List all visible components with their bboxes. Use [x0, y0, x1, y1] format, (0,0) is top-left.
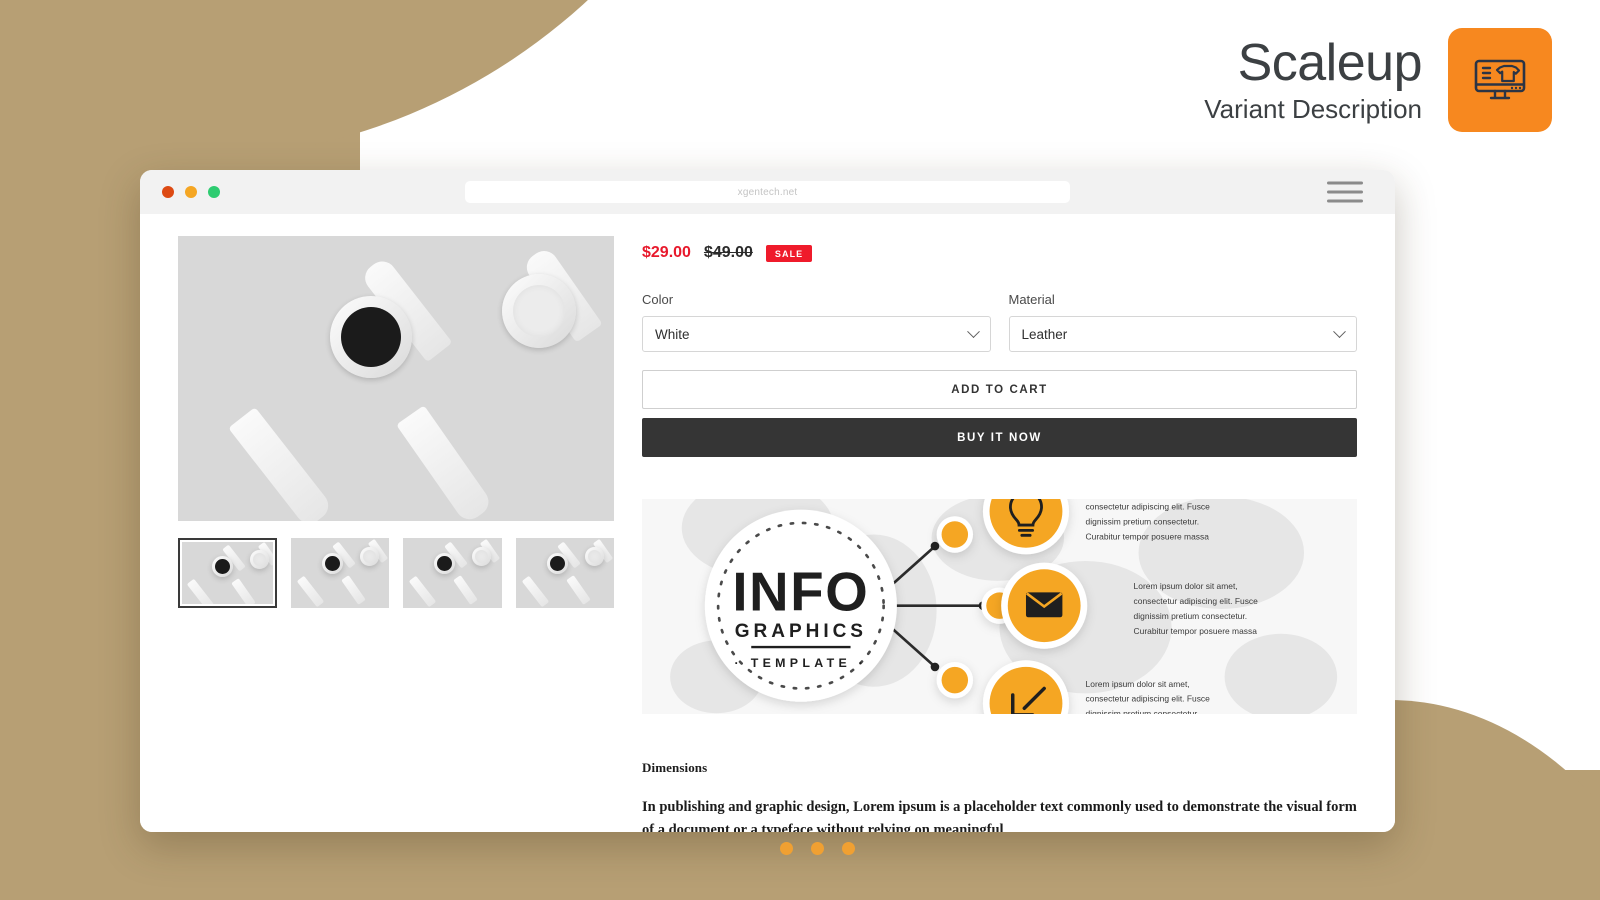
carousel-dot-1[interactable]	[780, 842, 793, 855]
product-hero-image[interactable]	[178, 236, 614, 521]
browser-chrome: xgentech.net	[140, 170, 1395, 214]
variant-material: Material Leather	[1008, 292, 1357, 352]
infographic-image: INFO GRAPHICS · TEMPLATE · Lorem ipsum d	[642, 499, 1357, 714]
svg-text:· TEMPLATE ·: · TEMPLATE ·	[735, 656, 868, 670]
compare-at-price: $49.00	[703, 244, 753, 261]
address-bar-url: xgentech.net	[737, 186, 798, 198]
brand-title: Scaleup	[1237, 34, 1423, 93]
thumbnail-2[interactable]	[290, 538, 390, 608]
variant-selectors: Color White Material Leather	[642, 292, 1357, 352]
chevron-down-icon	[966, 324, 980, 338]
variant-color: Color White	[642, 292, 991, 352]
slide-canvas: Scaleup Variant Description xgentech.net…	[0, 0, 1600, 900]
carousel-dot-2[interactable]	[811, 842, 824, 855]
svg-text:INFO: INFO	[732, 562, 869, 623]
product-description: Dimensions In publishing and graphic des…	[642, 760, 1357, 832]
hamburger-icon[interactable]	[1327, 181, 1363, 203]
background-top-curve	[0, 0, 780, 160]
color-select-value: White	[655, 326, 690, 342]
hamburger-line	[1327, 181, 1363, 185]
product-details: $29.00 $49.00 SALE Color White Material	[642, 236, 1357, 832]
product-gallery	[178, 236, 615, 832]
description-body: In publishing and graphic design, Lorem …	[642, 799, 1357, 832]
buy-it-now-button[interactable]: BUY IT NOW	[642, 418, 1357, 457]
brand-header: Scaleup Variant Description	[1204, 28, 1552, 132]
carousel-dots[interactable]	[780, 842, 855, 855]
color-select[interactable]: White	[642, 316, 991, 352]
price-row: $29.00 $49.00 SALE	[642, 244, 1357, 262]
carousel-dot-3[interactable]	[842, 842, 855, 855]
material-select[interactable]: Leather	[1008, 316, 1357, 352]
brand-subtitle: Variant Description	[1204, 94, 1422, 124]
variant-material-label: Material	[1008, 292, 1055, 307]
hamburger-line	[1327, 190, 1363, 194]
hamburger-line	[1327, 199, 1363, 203]
svg-text:Lorem ipsum dolor sit amet,: Lorem ipsum dolor sit amet, consectetur …	[1086, 499, 1213, 541]
svg-text:GRAPHICS: GRAPHICS	[735, 621, 867, 642]
browser-window: xgentech.net $29.00 $49.00 SALE Color Wh…	[140, 170, 1395, 832]
minimize-window-button[interactable]	[185, 186, 197, 198]
thumbnail-4[interactable]	[515, 538, 615, 608]
window-controls[interactable]	[162, 186, 220, 198]
address-bar[interactable]: xgentech.net	[465, 181, 1070, 203]
thumbnail-1[interactable]	[178, 538, 277, 608]
variant-color-label: Color	[642, 292, 674, 307]
brand-text: Scaleup Variant Description	[1204, 36, 1422, 123]
close-window-button[interactable]	[162, 186, 174, 198]
add-to-cart-button[interactable]: ADD TO CART	[642, 370, 1357, 409]
chevron-down-icon	[1333, 324, 1346, 338]
thumbnail-3[interactable]	[403, 538, 502, 608]
current-price: $29.00	[642, 244, 691, 261]
material-select-value: Leather	[1021, 326, 1068, 342]
description-heading: Dimensions	[642, 760, 708, 775]
thumbnail-strip	[178, 538, 615, 608]
product-page: $29.00 $49.00 SALE Color White Material	[140, 214, 1395, 832]
sale-badge: SALE	[765, 244, 813, 262]
maximize-window-button[interactable]	[208, 186, 220, 198]
monitor-tshirt-icon	[1448, 28, 1552, 132]
